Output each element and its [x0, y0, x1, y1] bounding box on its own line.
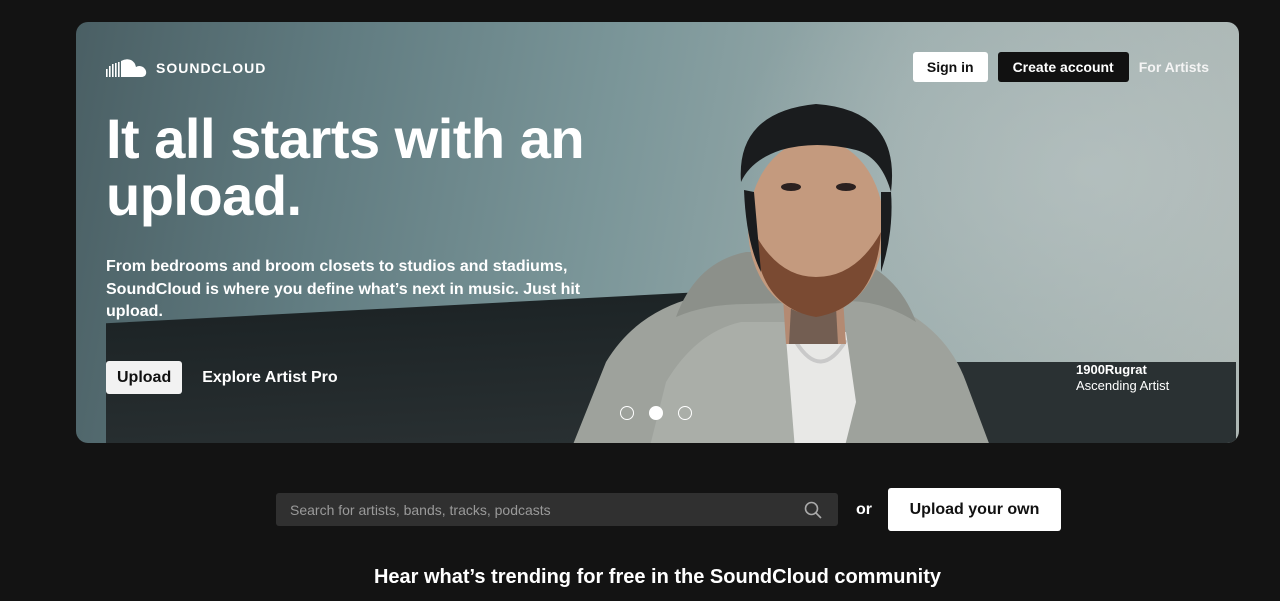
carousel-dot-active[interactable] — [649, 406, 663, 420]
carousel-dot[interactable] — [678, 406, 692, 420]
upload-your-own-button[interactable]: Upload your own — [888, 488, 1061, 531]
hero-headline: It all starts with an upload. — [106, 107, 585, 227]
trending-heading: Hear what’s trending for free in the Sou… — [373, 566, 942, 588]
for-artists-link[interactable]: For Artists — [1139, 59, 1209, 75]
explore-artist-pro-link[interactable]: Explore Artist Pro — [202, 369, 337, 387]
soundcloud-logo[interactable]: SOUNDCLOUD — [106, 58, 266, 78]
carousel-dots — [620, 406, 692, 420]
hero-banner: SOUNDCLOUD Sign in Create account For Ar… — [76, 22, 1239, 443]
carousel-dot[interactable] — [620, 406, 634, 420]
artist-credit: 1900Rugrat Ascending Artist — [1076, 362, 1169, 394]
hero-subtext: From bedrooms and broom closets to studi… — [106, 258, 581, 320]
search-icon[interactable] — [804, 501, 822, 519]
search-box[interactable] — [276, 493, 838, 526]
upload-button[interactable]: Upload — [106, 361, 183, 394]
brand-wordmark: SOUNDCLOUD — [156, 60, 267, 76]
sign-in-button[interactable]: Sign in — [912, 52, 988, 82]
top-nav: Sign in Create account For Artists — [912, 52, 1209, 82]
soundcloud-cloud-icon — [106, 59, 147, 77]
or-label: or — [856, 500, 872, 518]
search-input[interactable] — [290, 501, 770, 518]
artist-credit-caption: Ascending Artist — [1076, 378, 1170, 393]
create-account-button[interactable]: Create account — [997, 52, 1129, 82]
hero-cta-row: Upload Explore Artist Pro — [106, 361, 338, 394]
search-row: or Upload your own — [276, 488, 1061, 531]
artist-credit-name[interactable]: 1900Rugrat — [1076, 362, 1169, 378]
